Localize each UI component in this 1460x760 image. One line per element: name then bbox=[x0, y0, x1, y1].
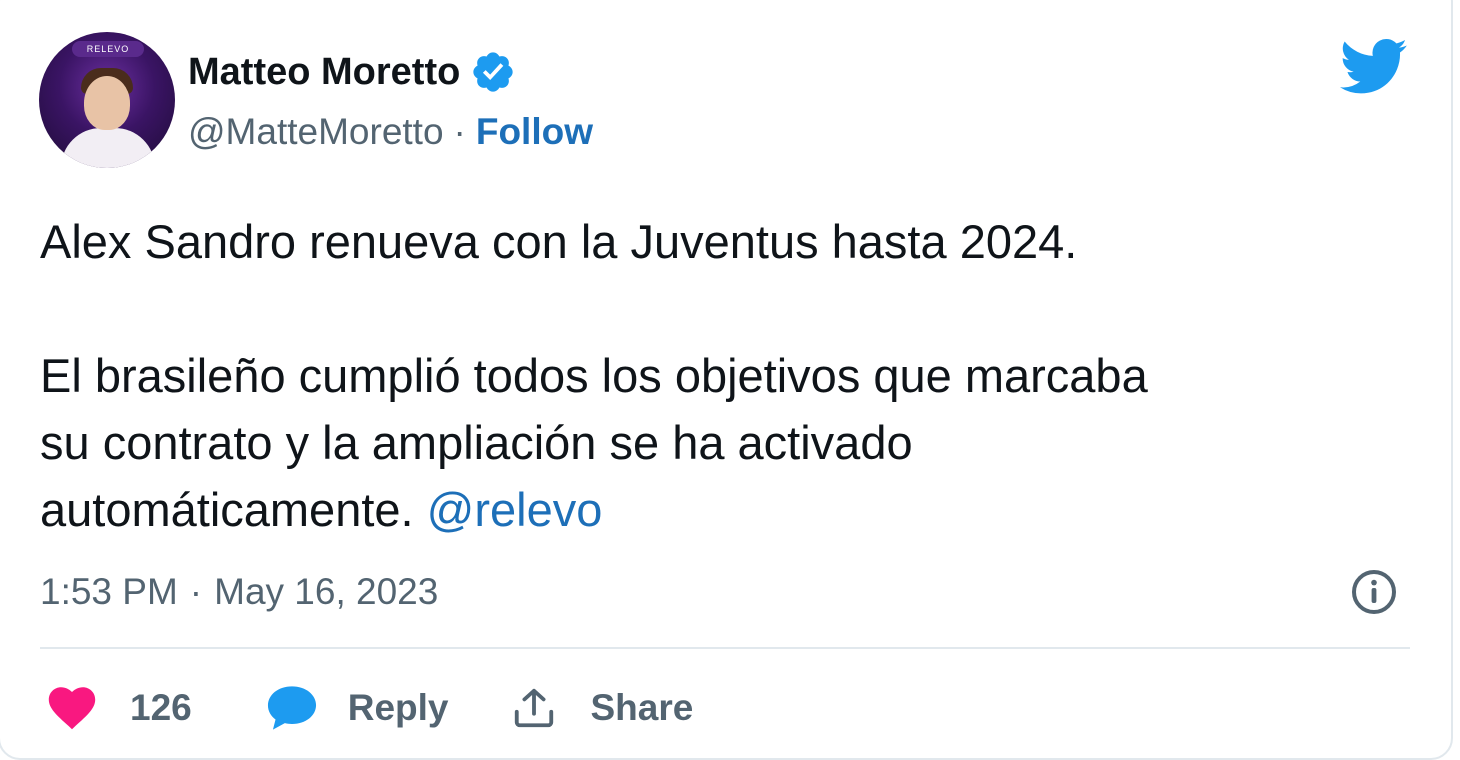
avatar[interactable]: RELEVO bbox=[39, 32, 175, 168]
tweet-paragraph-gap bbox=[40, 275, 1420, 342]
heart-icon bbox=[48, 687, 96, 730]
meta-separator: · bbox=[189, 571, 203, 612]
handle-separator: · bbox=[453, 111, 466, 152]
verified-badge-icon bbox=[473, 52, 513, 92]
avatar-body bbox=[61, 128, 155, 168]
like-count: 126 bbox=[130, 687, 192, 728]
twitter-bird-icon[interactable] bbox=[1340, 38, 1408, 96]
tweet-line: Alex Sandro renueva con la Juventus hast… bbox=[40, 215, 1078, 268]
tweet-line: El brasileño cumplió todos los objetivos… bbox=[40, 349, 1148, 402]
share-button[interactable]: Share bbox=[511, 685, 694, 731]
info-icon[interactable] bbox=[1350, 568, 1398, 616]
reply-label: Reply bbox=[347, 687, 449, 728]
author-name[interactable]: Matteo Moretto bbox=[188, 51, 460, 94]
tweet-timestamp[interactable]: 1:53 PM · May 16, 2023 bbox=[40, 568, 438, 616]
avatar-logo: RELEVO bbox=[72, 41, 144, 57]
share-icon bbox=[514, 688, 553, 728]
share-label: Share bbox=[590, 687, 694, 728]
tweet-line: automáticamente. @relevo bbox=[40, 476, 1420, 543]
tweet-time: 1:53 PM bbox=[40, 571, 178, 612]
tweet-line-text: automáticamente. bbox=[40, 483, 427, 536]
tweet-date: May 16, 2023 bbox=[214, 571, 439, 612]
avatar-head bbox=[84, 76, 130, 130]
reply-bubble-icon bbox=[267, 686, 316, 730]
follow-link[interactable]: Follow bbox=[476, 111, 593, 153]
author-name-row: Matteo Moretto bbox=[188, 50, 516, 94]
like-button[interactable]: 126 bbox=[48, 686, 192, 730]
reply-button[interactable]: Reply bbox=[266, 684, 449, 732]
tweet-actions: 126 Reply Share bbox=[48, 680, 693, 736]
author-handle[interactable]: @MatteMoretto bbox=[188, 111, 444, 153]
divider bbox=[40, 647, 1410, 649]
tweet-line: su contrato y la ampliación se ha activa… bbox=[40, 416, 913, 469]
mention-link[interactable]: @relevo bbox=[427, 483, 603, 536]
author-handle-row: @MatteMoretto · Follow bbox=[188, 110, 593, 154]
tweet-text: Alex Sandro renueva con la Juventus hast… bbox=[40, 208, 1420, 543]
